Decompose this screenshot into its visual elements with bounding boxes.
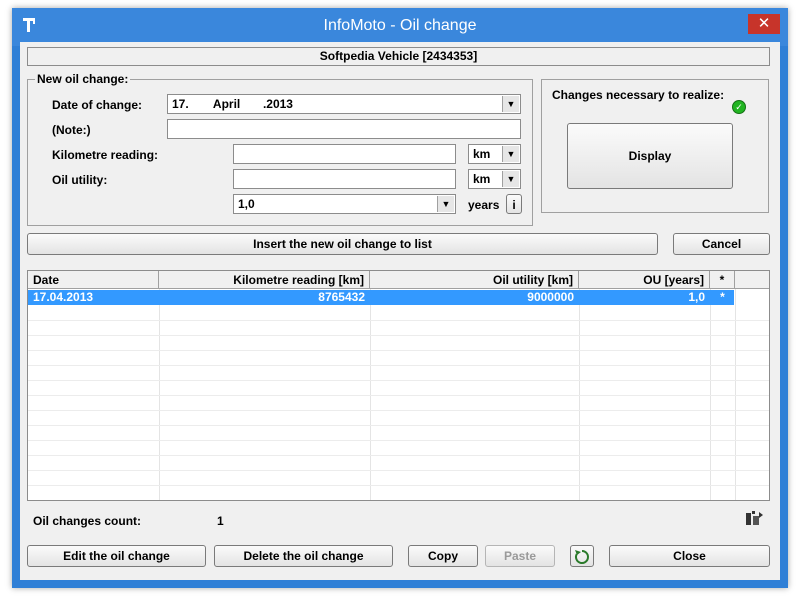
row-divider: [28, 410, 769, 411]
chevron-down-icon[interactable]: ▼: [502, 96, 519, 112]
date-label: Date of change:: [52, 98, 143, 112]
note-input[interactable]: [167, 119, 521, 139]
row-divider: [28, 470, 769, 471]
column-header-star[interactable]: *: [710, 271, 735, 289]
cell-star[interactable]: *: [710, 290, 735, 305]
km-unit-value: km: [473, 147, 491, 161]
export-icon[interactable]: [744, 510, 764, 528]
note-label: (Note:): [52, 123, 91, 137]
row-divider: [28, 320, 769, 321]
table-row[interactable]: 17.04.2013 8765432 9000000 1,0 *: [28, 290, 734, 305]
oil-utility-label: Oil utility:: [52, 173, 108, 187]
date-month[interactable]: April: [213, 97, 240, 111]
column-header-km[interactable]: Kilometre reading [km]: [159, 271, 370, 289]
years-value: 1,0: [238, 197, 255, 211]
refresh-icon: [573, 550, 591, 569]
close-icon: ✕: [757, 15, 771, 32]
info-button[interactable]: i: [506, 194, 522, 214]
km-unit-select[interactable]: km ▼: [468, 144, 521, 164]
copy-button[interactable]: Copy: [408, 545, 478, 567]
window-title: InfoMoto - Oil change: [323, 17, 477, 34]
row-divider: [28, 440, 769, 441]
close-button[interactable]: Close: [609, 545, 770, 567]
row-divider: [28, 365, 769, 366]
row-divider: [28, 380, 769, 381]
chevron-down-icon[interactable]: ▼: [502, 171, 519, 187]
paste-button[interactable]: Paste: [485, 545, 555, 567]
new-oil-change-legend: New oil change:: [35, 72, 131, 86]
cell-date[interactable]: 17.04.2013: [28, 290, 159, 305]
oil-utility-input[interactable]: [233, 169, 456, 189]
oil-changes-count-label: Oil changes count:: [33, 514, 142, 528]
oil-utility-unit-value: km: [473, 172, 491, 186]
row-divider: [28, 350, 769, 351]
refresh-button[interactable]: [570, 545, 594, 567]
date-day[interactable]: 17.: [172, 97, 189, 111]
column-header-date[interactable]: Date: [28, 271, 159, 289]
cancel-button[interactable]: Cancel: [673, 233, 770, 255]
chevron-down-icon[interactable]: ▼: [437, 196, 454, 212]
oil-utility-unit-select[interactable]: km ▼: [468, 169, 521, 189]
column-header-oil-utility[interactable]: Oil utility [km]: [370, 271, 579, 289]
oil-change-table[interactable]: Date Kilometre reading [km] Oil utility …: [27, 270, 770, 501]
cell-ou-years[interactable]: 1,0: [579, 290, 710, 305]
row-divider: [28, 485, 769, 486]
changes-necessary-label: Changes necessary to realize:: [550, 88, 727, 102]
check-circle-icon: ✓: [732, 100, 746, 114]
years-label: years: [468, 198, 500, 212]
close-window-button[interactable]: ✕: [748, 14, 780, 34]
row-divider: [28, 335, 769, 336]
column-header-filler: [735, 271, 769, 289]
delete-oil-change-button[interactable]: Delete the oil change: [214, 545, 393, 567]
cell-km[interactable]: 8765432: [159, 290, 370, 305]
column-header-ou-years[interactable]: OU [years]: [579, 271, 710, 289]
years-select[interactable]: 1,0 ▼: [233, 194, 456, 214]
date-year[interactable]: .2013: [263, 97, 293, 111]
row-divider: [28, 455, 769, 456]
km-input[interactable]: [233, 144, 456, 164]
edit-oil-change-button[interactable]: Edit the oil change: [27, 545, 206, 567]
chevron-down-icon[interactable]: ▼: [502, 146, 519, 162]
row-divider: [28, 425, 769, 426]
insert-oil-change-button[interactable]: Insert the new oil change to list: [27, 233, 658, 255]
date-picker[interactable]: 17. April .2013 ▼: [167, 94, 521, 114]
oil-changes-count-value: 1: [217, 514, 224, 528]
vehicle-header: Softpedia Vehicle [2434353]: [27, 47, 770, 66]
cell-oil-utility[interactable]: 9000000: [370, 290, 579, 305]
km-label: Kilometre reading:: [52, 148, 159, 162]
row-divider: [28, 395, 769, 396]
display-button[interactable]: Display: [567, 123, 733, 189]
